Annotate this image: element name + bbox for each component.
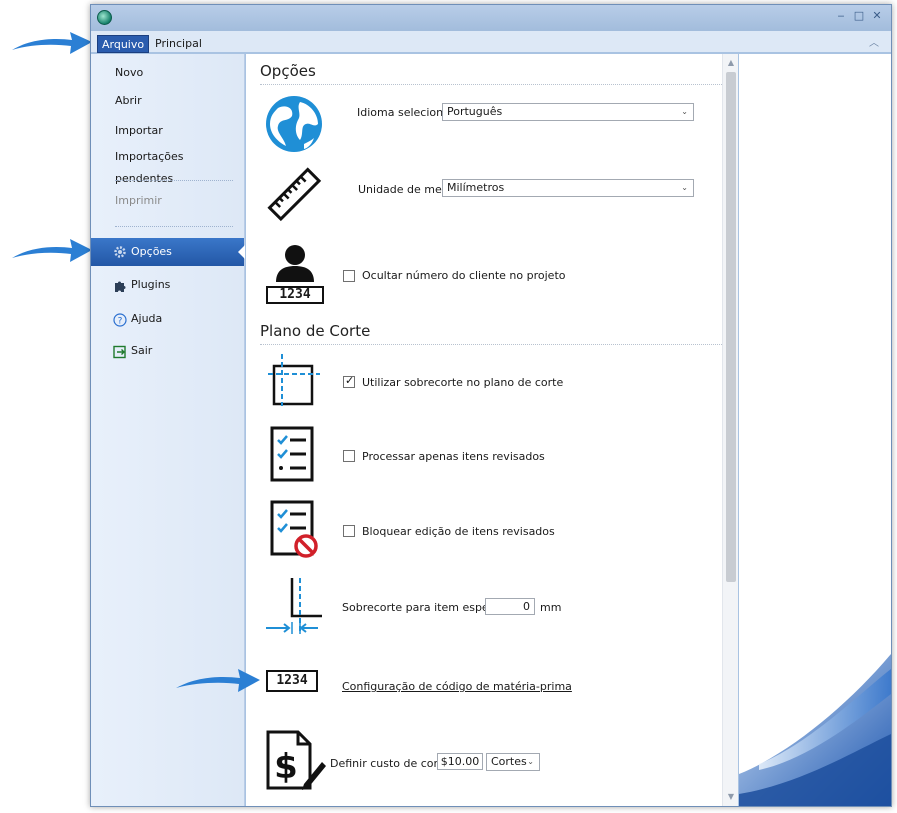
ruler-icon	[267, 167, 322, 222]
cost-document-icon: $	[266, 730, 326, 790]
puzzle-icon	[115, 281, 126, 292]
hide-client-checkbox[interactable]	[343, 270, 355, 282]
oversize-icon	[268, 354, 320, 406]
menu-sair[interactable]: Sair	[91, 340, 244, 362]
material-code-link[interactable]: Configuração de código de matéria-prima	[342, 680, 572, 693]
person-icon	[276, 245, 314, 282]
chevron-down-icon: ⌄	[527, 757, 534, 766]
menu-ajuda[interactable]: ? Ajuda	[91, 308, 244, 330]
special-oversize-icon	[266, 578, 322, 634]
unit-value: Milímetros	[447, 181, 505, 194]
scroll-thumb[interactable]	[726, 72, 736, 582]
ribbon-tabs: Arquivo Principal ︿	[91, 31, 891, 53]
special-oversize-unit: mm	[540, 601, 562, 614]
arrow-pointer-icon	[176, 669, 260, 692]
options-panel: Opções Idioma selecionado: Português ⌄ U…	[246, 54, 736, 806]
menu-separator	[115, 180, 233, 181]
section-divider	[260, 84, 722, 85]
minimize-icon[interactable]: ‒	[835, 9, 847, 23]
hide-client-label: Ocultar número do cliente no projeto	[362, 269, 566, 282]
arrow-pointer-icon	[12, 239, 92, 262]
menu-novo[interactable]: Novo	[91, 62, 244, 84]
cost-input[interactable]: $10.00	[437, 753, 483, 770]
help-icon: ?	[113, 313, 127, 327]
cost-unit-dropdown[interactable]: Cortes ⌄	[486, 753, 540, 771]
close-icon[interactable]: ✕	[871, 9, 883, 23]
language-dropdown[interactable]: Português ⌄	[442, 103, 694, 121]
menu-separator	[115, 226, 233, 227]
maximize-icon[interactable]: □	[853, 9, 865, 23]
tab-principal[interactable]: Principal	[151, 35, 206, 53]
client-number-icon: 1234	[266, 244, 324, 306]
chevron-down-icon: ⌄	[681, 183, 688, 192]
svg-text:$: $	[274, 747, 298, 787]
collapse-ribbon-icon[interactable]: ︿	[869, 34, 879, 49]
menu-plugins-label: Plugins	[131, 278, 171, 291]
menu-opcoes-label: Opções	[131, 245, 172, 258]
title-bar: ‒ □ ✕	[91, 5, 891, 31]
special-oversize-input[interactable]: 0	[485, 598, 535, 615]
globe-icon	[266, 96, 322, 152]
decorative-panel	[739, 54, 891, 806]
menu-opcoes[interactable]: Opções	[91, 238, 245, 266]
active-indicator	[238, 245, 245, 259]
special-oversize-label: Sobrecorte para item especial	[342, 601, 508, 614]
reviewed-only-checkbox[interactable]	[343, 450, 355, 462]
menu-importar[interactable]: Importar	[91, 120, 244, 142]
gear-icon	[114, 246, 126, 258]
cost-unit-value: Cortes	[491, 755, 527, 768]
section-title-opcoes: Opções	[260, 62, 316, 80]
menu-imprimir[interactable]: Imprimir	[91, 190, 244, 212]
cost-label: Definir custo de corte	[330, 757, 450, 770]
checklist-blocked-icon	[270, 500, 318, 558]
oversize-label: Utilizar sobrecorte no plano de corte	[362, 376, 564, 389]
app-logo-icon	[97, 10, 112, 25]
svg-text:?: ?	[118, 317, 123, 327]
oversize-checkbox[interactable]	[343, 374, 355, 388]
scroll-down-icon[interactable]: ▼	[723, 790, 739, 804]
reviewed-only-label: Processar apenas itens revisados	[362, 450, 545, 463]
menu-abrir[interactable]: Abrir	[91, 90, 244, 112]
scroll-up-icon[interactable]: ▲	[723, 56, 739, 70]
menu-sair-label: Sair	[131, 344, 153, 357]
checklist-icon	[270, 426, 314, 482]
lock-reviewed-checkbox[interactable]	[343, 525, 355, 537]
tab-arquivo[interactable]: Arquivo	[97, 35, 150, 53]
exit-icon	[113, 345, 126, 359]
arrow-pointer-icon	[12, 32, 92, 54]
menu-ajuda-label: Ajuda	[131, 312, 163, 325]
chevron-down-icon: ⌄	[681, 107, 688, 116]
lock-reviewed-label: Bloquear edição de itens revisados	[362, 525, 555, 538]
decorative-wave	[739, 654, 891, 806]
unit-dropdown[interactable]: Milímetros ⌄	[442, 179, 694, 197]
language-value: Português	[447, 105, 503, 118]
vertical-scrollbar[interactable]: ▲ ▼	[722, 54, 738, 806]
section-title-plano-de-corte: Plano de Corte	[260, 322, 371, 340]
menu-importacoes-pendentes[interactable]: Importações pendentes	[91, 146, 244, 185]
material-code-icon: 1234	[266, 670, 318, 692]
window-controls: ‒ □ ✕	[835, 9, 883, 23]
section-divider	[260, 344, 722, 345]
client-badge: 1234	[266, 286, 324, 304]
menu-plugins[interactable]: Plugins	[91, 274, 244, 296]
